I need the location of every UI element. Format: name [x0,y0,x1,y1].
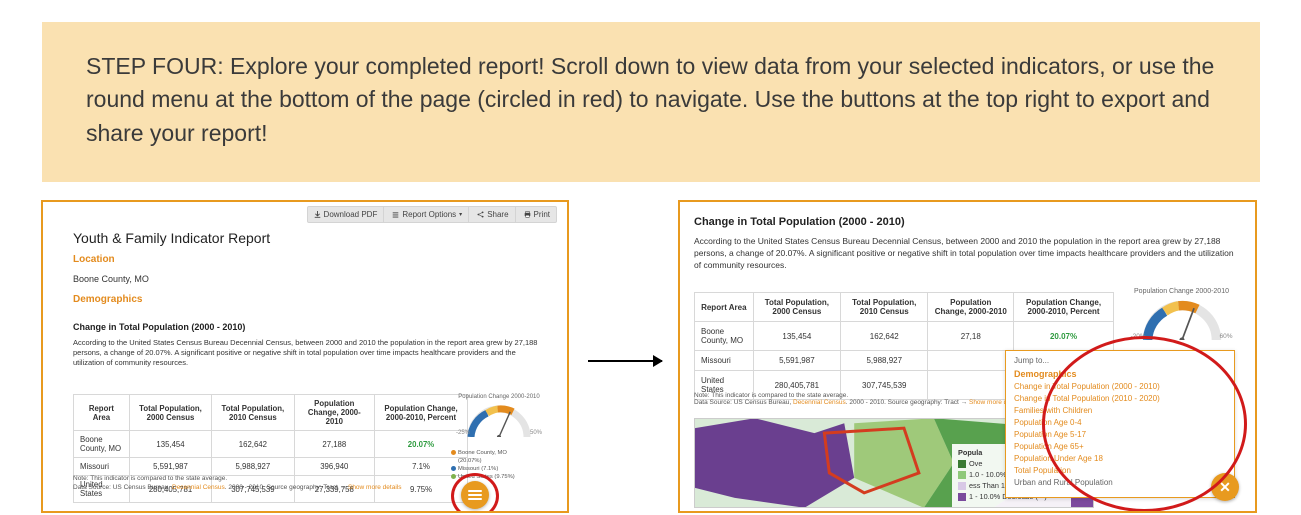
gauge-chart: Population Change 2000-2010 -25%50% Boon… [451,394,547,481]
screenshot-report-view: Download PDF Report Options ▾ Share Prin… [41,200,569,513]
indicator-title: Change in Total Population (2000 - 2010) [73,322,245,332]
options-icon [392,211,399,218]
share-button[interactable]: Share [471,207,515,222]
close-icon: ✕ [1219,479,1231,496]
table-row: Missouri 5,591,987 5,988,927 396,940 7.1… [74,458,468,476]
demographics-heading: Demographics [73,294,142,305]
download-label: Download PDF [324,210,378,219]
print-label: Print [534,210,550,219]
col-change: Population Change, 2000-2010 [294,395,375,431]
jump-item[interactable]: Population Age 0-4 [1014,417,1226,429]
jump-group-demographics[interactable]: Demographics [1014,369,1226,379]
arrow-icon [588,360,662,362]
menu-icon [468,490,482,500]
indicator-title: Change in Total Population (2000 - 2010) [694,216,905,228]
col-2000: Total Population, 2000 Census [129,395,211,431]
show-more-link[interactable]: Show more details [348,484,401,491]
jump-item[interactable]: Total Population [1014,465,1226,477]
source-link[interactable]: Decennial Census [172,484,225,491]
table-footnote: Note: This indicator is compared to the … [694,392,1022,406]
print-icon [524,211,531,218]
jump-to-panel: Jump to... Demographics Change in Total … [1005,350,1235,498]
jump-item[interactable]: Change in Total Population (2010 - 2020) [1014,393,1226,405]
jump-item[interactable]: Change in Total Population (2000 - 2010) [1014,381,1226,393]
jump-item[interactable]: Population Age 5-17 [1014,429,1226,441]
jump-item[interactable]: Population Under Age 18 [1014,453,1226,465]
options-label: Report Options [402,210,456,219]
chevron-down-icon: ▾ [459,211,462,218]
table-footnote: Note: This indicator is compared to the … [73,474,401,492]
navigation-fab[interactable] [461,481,489,509]
jump-header: Jump to... [1014,356,1226,365]
report-title: Youth & Family Indicator Report [73,230,270,246]
indicator-description: According to the United States Census Bu… [73,338,543,368]
location-value: Boone County, MO [73,274,149,284]
jump-item[interactable]: Population Age 65+ [1014,441,1226,453]
source-link[interactable]: Decennial Census [793,399,846,406]
jump-item[interactable]: Families with Children [1014,405,1226,417]
print-button[interactable]: Print [518,207,556,222]
instruction-banner: STEP FOUR: Explore your completed report… [42,22,1260,182]
table-row: Boone County, MO 135,454 162,642 27,188 … [74,431,468,458]
download-icon [314,211,321,218]
report-options-button[interactable]: Report Options ▾ [386,207,469,222]
jump-item[interactable]: Urban and Rural Population [1014,477,1226,489]
share-label: Share [487,210,508,219]
close-fab[interactable]: ✕ [1211,473,1239,501]
screenshot-jump-menu: Change in Total Population (2000 - 2010)… [678,200,1257,513]
col-2010: Total Population, 2010 Census [212,395,294,431]
location-heading: Location [73,254,115,265]
indicator-description: According to the United States Census Bu… [694,236,1242,272]
gauge-legend: Boone County, MO(20.07%) Missouri (7.1%)… [451,449,547,481]
share-icon [477,211,484,218]
table-row: Boone County, MO 135,454 162,642 27,18 2… [695,322,1114,351]
report-toolbar: Download PDF Report Options ▾ Share Prin… [307,206,557,223]
download-pdf-button[interactable]: Download PDF [308,207,385,222]
col-area: Report Area [74,395,130,431]
